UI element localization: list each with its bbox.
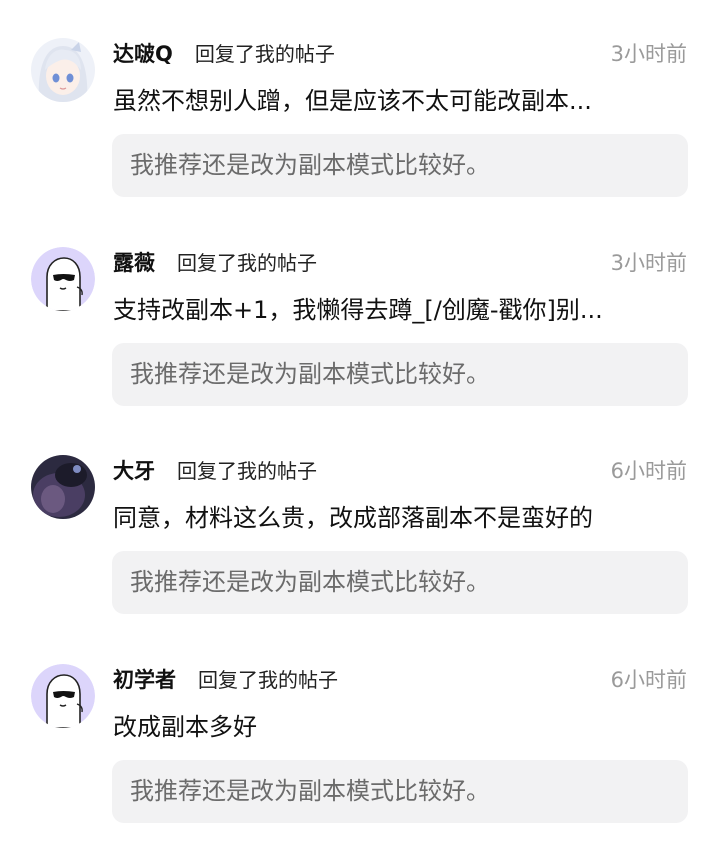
username-text[interactable]: 大牙 xyxy=(113,459,155,483)
username-label[interactable]: 达啵Q 回复了我的帖子 xyxy=(113,40,335,68)
username-text[interactable]: 露薇 xyxy=(113,251,155,275)
reply-action-text: 回复了我的帖子 xyxy=(177,251,317,275)
username-text[interactable]: 达啵Q xyxy=(113,42,173,66)
reply-content[interactable]: 改成副本多好 xyxy=(113,710,688,744)
reply-action-text: 回复了我的帖子 xyxy=(198,668,338,692)
reply-item[interactable]: 露薇 回复了我的帖子 3小时前 支持改副本+1，我懒得去蹲_[/创魔-戳你]别..… xyxy=(0,247,711,447)
reply-item[interactable]: 大牙 回复了我的帖子 6小时前 同意，材料这么贵，改成部落副本不是蛮好的 我推荐还… xyxy=(0,455,711,655)
sunglasses-ghost-avatar[interactable] xyxy=(31,247,95,311)
dark-photo-avatar[interactable] xyxy=(31,455,95,519)
reply-item[interactable]: 达啵Q 回复了我的帖子 3小时前 虽然不想别人蹭，但是应该不太可能改副本... 我… xyxy=(0,38,711,238)
reply-content[interactable]: 虽然不想别人蹭，但是应该不太可能改副本... xyxy=(113,84,688,118)
reply-action-text: 回复了我的帖子 xyxy=(177,459,317,483)
quoted-post[interactable]: 我推荐还是改为副本模式比较好。 xyxy=(112,760,688,823)
username-text[interactable]: 初学者 xyxy=(113,668,176,692)
quoted-post[interactable]: 我推荐还是改为副本模式比较好。 xyxy=(112,551,688,614)
quoted-post[interactable]: 我推荐还是改为副本模式比较好。 xyxy=(112,134,688,197)
username-label[interactable]: 初学者 回复了我的帖子 xyxy=(113,666,338,694)
quoted-post[interactable]: 我推荐还是改为副本模式比较好。 xyxy=(112,343,688,406)
sunglasses-ghost-avatar[interactable] xyxy=(31,664,95,728)
timestamp: 6小时前 xyxy=(610,459,687,483)
timestamp: 3小时前 xyxy=(610,42,687,66)
reply-item[interactable]: 初学者 回复了我的帖子 6小时前 改成副本多好 我推荐还是改为副本模式比较好。 xyxy=(0,664,711,864)
reply-content[interactable]: 同意，材料这么贵，改成部落副本不是蛮好的 xyxy=(113,501,688,535)
reply-action-text: 回复了我的帖子 xyxy=(194,42,335,66)
username-label[interactable]: 露薇 回复了我的帖子 xyxy=(113,249,317,277)
timestamp: 3小时前 xyxy=(610,251,687,275)
reply-content[interactable]: 支持改副本+1，我懒得去蹲_[/创魔-戳你]别... xyxy=(113,293,688,327)
anime-girl-avatar[interactable] xyxy=(31,38,95,102)
username-label[interactable]: 大牙 回复了我的帖子 xyxy=(113,457,317,485)
timestamp: 6小时前 xyxy=(610,668,687,692)
reply-notification-list: 达啵Q 回复了我的帖子 3小时前 虽然不想别人蹭，但是应该不太可能改副本... 我… xyxy=(0,0,711,860)
